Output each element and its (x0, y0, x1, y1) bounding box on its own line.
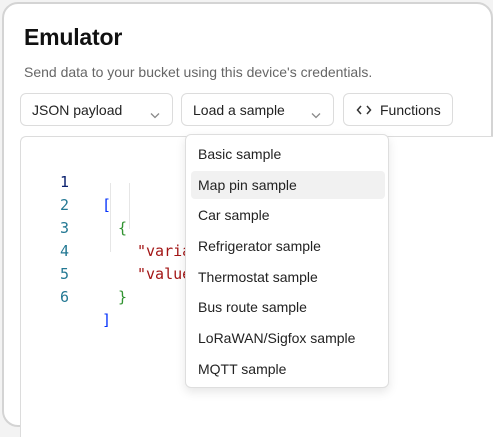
menu-item-lorawan-sigfox-sample[interactable]: LoRaWAN/Sigfox sample (191, 324, 385, 352)
menu-item-refrigerator-sample[interactable]: Refrigerator sample (191, 232, 385, 260)
menu-item-map-pin-sample[interactable]: Map pin sample (191, 171, 385, 199)
payload-type-label: JSON payload (32, 101, 123, 118)
load-sample-label: Load a sample (193, 101, 285, 118)
load-sample-select[interactable]: Load a sample (181, 93, 334, 126)
menu-item-basic-sample[interactable]: Basic sample (191, 140, 385, 168)
chevron-down-icon (311, 106, 321, 122)
menu-item-car-sample[interactable]: Car sample (191, 201, 385, 229)
sample-dropdown-menu: Basic sample Map pin sample Car sample R… (185, 134, 389, 388)
code-icon (356, 104, 372, 116)
menu-item-mqtt-sample[interactable]: MQTT sample (191, 355, 385, 383)
code-text: ] (102, 311, 112, 329)
functions-label: Functions (380, 101, 441, 118)
page-title: Emulator (24, 24, 123, 50)
code-text: } (118, 288, 128, 306)
payload-type-select[interactable]: JSON payload (20, 93, 173, 126)
page-subtitle: Send data to your bucket using this devi… (24, 64, 373, 80)
chevron-down-icon (150, 106, 160, 122)
menu-item-bus-route-sample[interactable]: Bus route sample (191, 293, 385, 321)
functions-button[interactable]: Functions (343, 93, 453, 126)
line-number: 6 (59, 288, 69, 306)
menu-item-thermostat-sample[interactable]: Thermostat sample (191, 263, 385, 291)
